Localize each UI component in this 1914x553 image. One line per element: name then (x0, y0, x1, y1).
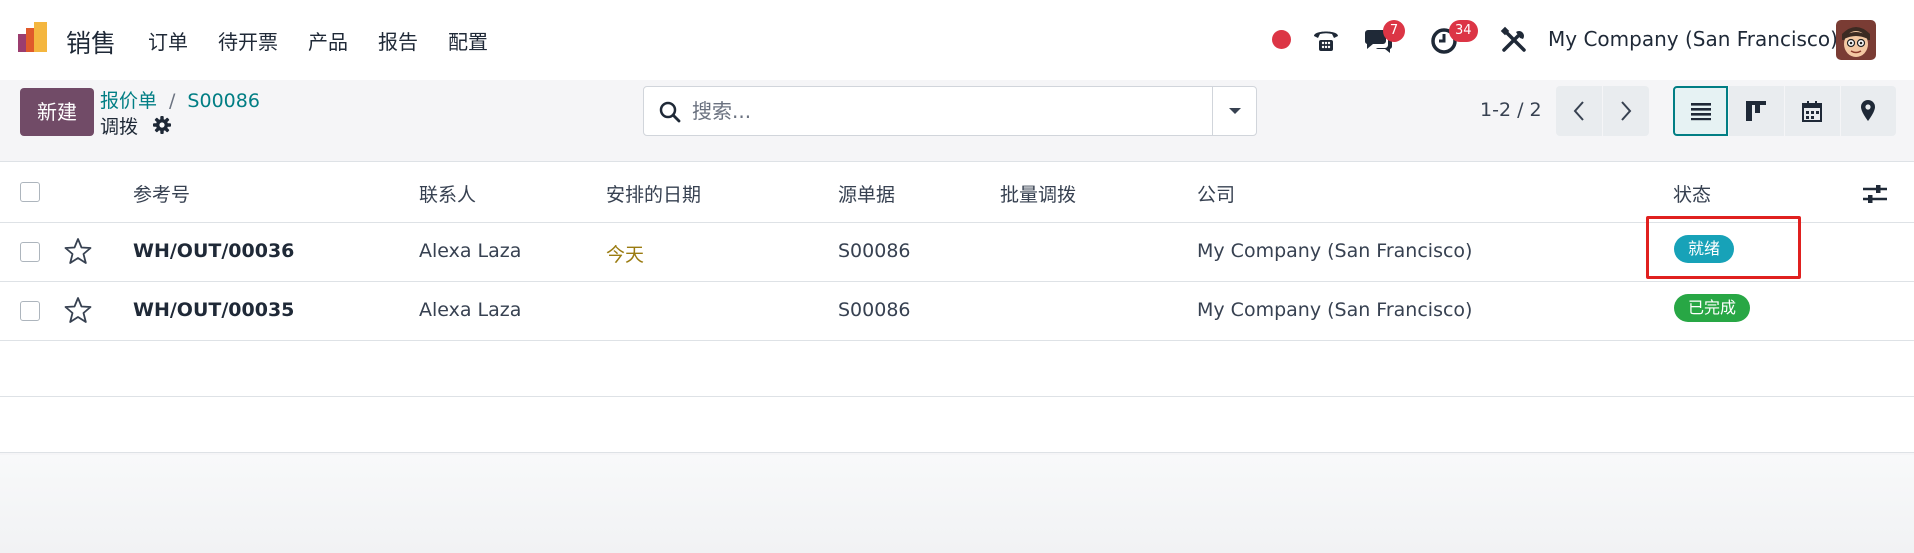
cell-reference: WH/OUT/00035 (133, 299, 295, 321)
cell-source-document: S00086 (838, 240, 911, 262)
search-bar (643, 86, 1257, 136)
pager-value[interactable]: 1-2 / 2 (1480, 99, 1542, 121)
calendar-icon (1802, 101, 1822, 122)
list-header: 参考号 联系人 安排的日期 源单据 批量调拨 公司 状态 (0, 161, 1914, 223)
row-checkbox[interactable] (20, 301, 40, 321)
caret-down-icon (1229, 108, 1241, 114)
status-highlight-annotation (1646, 216, 1801, 279)
activity-count-badge: 34 (1449, 20, 1478, 42)
cell-contact: Alexa Laza (419, 240, 522, 262)
menu-item-to-invoice[interactable]: 待开票 (218, 26, 278, 55)
kanban-view-button[interactable] (1729, 86, 1784, 136)
status-badge: 已完成 (1674, 294, 1751, 322)
top-navbar: 销售 订单 待开票 产品 报告 配置 7 34 My Company (San … (0, 0, 1914, 80)
main-menu: 订单 待开票 产品 报告 配置 (148, 26, 488, 55)
new-button[interactable]: 新建 (20, 88, 94, 136)
cell-contact: Alexa Laza (419, 299, 522, 321)
star-icon[interactable] (64, 296, 92, 324)
star-icon[interactable] (64, 237, 92, 265)
calendar-view-button[interactable] (1785, 86, 1840, 136)
empty-row (0, 341, 1914, 397)
column-header-contact[interactable]: 联系人 (419, 180, 476, 207)
map-view-button[interactable] (1841, 86, 1896, 136)
column-header-reference[interactable]: 参考号 (133, 180, 190, 207)
list-icon (1691, 103, 1711, 121)
column-header-scheduled-date[interactable]: 安排的日期 (606, 180, 701, 207)
chat-count-badge: 7 (1383, 20, 1405, 42)
column-header-source-document[interactable]: 源单据 (838, 180, 895, 207)
column-header-company[interactable]: 公司 (1197, 180, 1235, 207)
cell-company: My Company (San Francisco) (1197, 299, 1473, 321)
phone-icon[interactable] (1310, 24, 1342, 56)
app-name[interactable]: 销售 (66, 24, 116, 60)
chevron-left-icon (1573, 101, 1584, 121)
map-marker-icon (1861, 100, 1875, 121)
debug-tools-icon[interactable] (1498, 24, 1530, 56)
breadcrumb-parent-link[interactable]: 报价单 (100, 90, 157, 112)
recording-indicator-icon[interactable] (1272, 30, 1291, 49)
search-input[interactable] (692, 95, 1192, 127)
pager-previous-button[interactable] (1556, 86, 1602, 136)
user-avatar[interactable] (1836, 20, 1876, 60)
menu-item-products[interactable]: 产品 (308, 26, 348, 55)
sales-app-logo-icon[interactable] (18, 20, 54, 56)
pager-next-button[interactable] (1603, 86, 1649, 136)
cell-reference: WH/OUT/00036 (133, 240, 295, 262)
cell-source-document: S00086 (838, 299, 911, 321)
cell-scheduled-date: 今天 (606, 244, 645, 266)
list-view-button[interactable] (1673, 86, 1728, 136)
search-options-toggle[interactable] (1212, 87, 1257, 135)
list-background (0, 455, 1914, 553)
page-title: 调拨 (100, 116, 139, 138)
kanban-icon (1746, 101, 1766, 121)
chevron-right-icon (1621, 101, 1632, 121)
breadcrumb: 报价单 / S00086 (100, 86, 260, 113)
menu-item-orders[interactable]: 订单 (148, 26, 188, 55)
optional-columns-toggle-icon[interactable] (1862, 182, 1888, 206)
select-all-checkbox[interactable] (20, 182, 40, 202)
breadcrumb-current-link[interactable]: S00086 (187, 90, 260, 112)
column-header-status[interactable]: 状态 (1673, 180, 1711, 207)
gear-icon[interactable] (152, 115, 172, 135)
cell-company: My Company (San Francisco) (1197, 240, 1473, 262)
menu-item-configuration[interactable]: 配置 (448, 26, 488, 55)
table-row[interactable]: WH/OUT/00035 Alexa Laza S00086 My Compan… (0, 282, 1914, 341)
search-icon (659, 101, 681, 123)
transfers-list: 参考号 联系人 安排的日期 源单据 批量调拨 公司 状态 WH/OUT/0003… (0, 161, 1914, 453)
breadcrumb-separator: / (169, 90, 176, 112)
column-header-batch-transfer[interactable]: 批量调拨 (1000, 180, 1076, 207)
menu-item-reporting[interactable]: 报告 (378, 26, 418, 55)
company-switcher[interactable]: My Company (San Francisco) (1548, 27, 1838, 51)
table-row[interactable]: WH/OUT/00036 Alexa Laza 今天 S00086 My Com… (0, 223, 1914, 282)
empty-row (0, 397, 1914, 453)
row-checkbox[interactable] (20, 242, 40, 262)
